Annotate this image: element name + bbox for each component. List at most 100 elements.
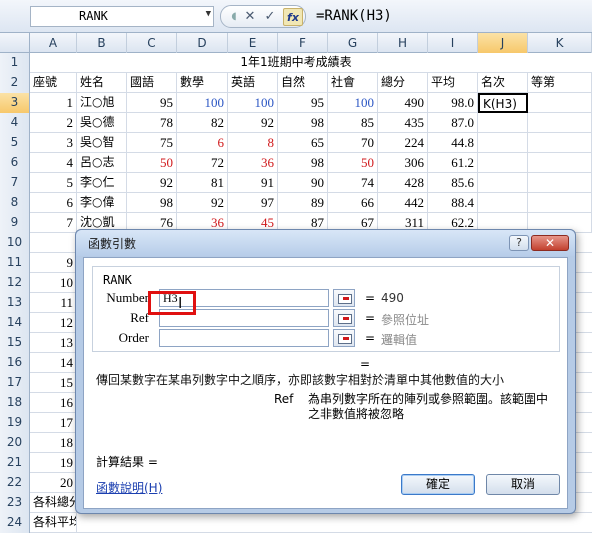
row-header[interactable]: 3 [0,93,30,113]
row-header[interactable]: 11 [0,253,30,273]
score-cell[interactable]: 8 [228,133,278,153]
cell[interactable]: 1 [30,93,77,113]
average-cell[interactable]: 88.4 [428,193,478,213]
average-cell[interactable]: 85.6 [428,173,478,193]
column-header-d[interactable]: D [177,33,228,53]
seat-number-cell[interactable]: 12 [30,313,77,333]
row-header[interactable]: 12 [0,273,30,293]
score-cell[interactable]: 89 [278,193,328,213]
formula-input[interactable]: =RANK(H3) [312,6,590,27]
column-header-f[interactable]: F [278,33,328,53]
score-cell[interactable]: 50 [328,153,378,173]
score-cell[interactable]: 6 [177,133,228,153]
row-header[interactable]: 17 [0,373,30,393]
row-header[interactable]: 16 [0,353,30,373]
row-header[interactable]: 19 [0,413,30,433]
seat-number-cell[interactable]: 15 [30,373,77,393]
score-cell[interactable]: 74 [328,173,378,193]
student-name[interactable]: 呂○志 [77,153,127,173]
score-cell[interactable]: 95 [127,93,177,113]
ok-button[interactable]: 確定 [401,474,475,495]
column-title[interactable]: 等第 [528,73,592,93]
column-title[interactable]: 數學 [177,73,228,93]
rank-cell[interactable] [478,153,528,173]
student-name[interactable]: 吳○智 [77,133,127,153]
student-name[interactable]: 李○仁 [77,173,127,193]
order-field[interactable] [159,329,329,347]
total-cell[interactable]: 224 [378,133,428,153]
score-cell[interactable]: 100 [228,93,278,113]
column-title[interactable]: 平均 [428,73,478,93]
average-cell[interactable]: 44.8 [428,133,478,153]
column-title[interactable]: 名次 [478,73,528,93]
row-header[interactable]: 8 [0,193,30,213]
cell[interactable]: 7 [30,213,77,233]
row-header[interactable]: 23 [0,493,30,513]
rank-cell[interactable] [478,133,528,153]
average-cell[interactable]: 61.2 [428,153,478,173]
grade-cell[interactable] [528,113,592,133]
score-cell[interactable]: 36 [228,153,278,173]
grade-cell[interactable] [528,153,592,173]
score-cell[interactable]: 98 [278,153,328,173]
average-cell[interactable]: 98.0 [428,93,478,113]
seat-number-cell[interactable]: 11 [30,293,77,313]
row-header[interactable]: 22 [0,473,30,493]
score-cell[interactable]: 92 [228,113,278,133]
grade-cell[interactable] [528,173,592,193]
score-cell[interactable]: 81 [177,173,228,193]
row-header[interactable]: 14 [0,313,30,333]
close-icon[interactable]: ✕ [531,235,569,251]
total-cell[interactable]: 306 [378,153,428,173]
score-cell[interactable]: 97 [228,193,278,213]
row-header[interactable]: 15 [0,333,30,353]
score-cell[interactable]: 50 [127,153,177,173]
cell[interactable]: 2 [30,113,77,133]
column-title[interactable]: 姓名 [77,73,127,93]
row-header[interactable]: 18 [0,393,30,413]
total-cell[interactable]: 435 [378,113,428,133]
grade-cell[interactable] [528,93,592,113]
enter-formula-icon[interactable]: ✓ [261,8,279,26]
column-header-b[interactable]: B [77,33,127,53]
score-cell[interactable]: 65 [278,133,328,153]
row-header[interactable]: 24 [0,513,30,533]
cancel-formula-icon[interactable]: ✕ [241,8,259,26]
help-icon[interactable]: ? [509,235,529,251]
score-cell[interactable]: 92 [127,173,177,193]
score-cell[interactable]: 66 [328,193,378,213]
rank-cell[interactable] [478,113,528,133]
score-cell[interactable]: 70 [328,133,378,153]
score-cell[interactable]: 82 [177,113,228,133]
score-cell[interactable]: 85 [328,113,378,133]
collapse-dialog-icon[interactable] [333,329,355,347]
score-cell[interactable]: 90 [278,173,328,193]
seat-number-cell[interactable] [30,233,77,253]
score-cell[interactable]: 92 [177,193,228,213]
rank-cell[interactable] [478,173,528,193]
seat-number-cell[interactable]: 14 [30,353,77,373]
seat-number-cell[interactable]: 13 [30,333,77,353]
dialog-titlebar[interactable]: 函數引數 ? ✕ [76,230,575,256]
grade-cell[interactable] [528,133,592,153]
row-header[interactable]: 20 [0,433,30,453]
cell[interactable]: 6 [30,193,77,213]
total-cell[interactable]: 428 [378,173,428,193]
total-cell[interactable]: 442 [378,193,428,213]
rank-cell[interactable] [478,193,528,213]
score-cell[interactable]: 100 [177,93,228,113]
column-header-c[interactable]: C [127,33,177,53]
score-cell[interactable]: 98 [278,113,328,133]
column-header-g[interactable]: G [328,33,378,53]
row-header[interactable]: 21 [0,453,30,473]
seat-number-cell[interactable]: 17 [30,413,77,433]
column-header-j[interactable]: J [478,33,528,53]
cell[interactable]: 3 [30,133,77,153]
column-title[interactable]: 國語 [127,73,177,93]
row-header[interactable]: 5 [0,133,30,153]
score-cell[interactable]: 98 [127,193,177,213]
column-title[interactable]: 座號 [30,73,77,93]
seat-number-cell[interactable]: 16 [30,393,77,413]
seat-number-cell[interactable]: 19 [30,453,77,473]
cancel-button[interactable]: 取消 [486,474,560,495]
